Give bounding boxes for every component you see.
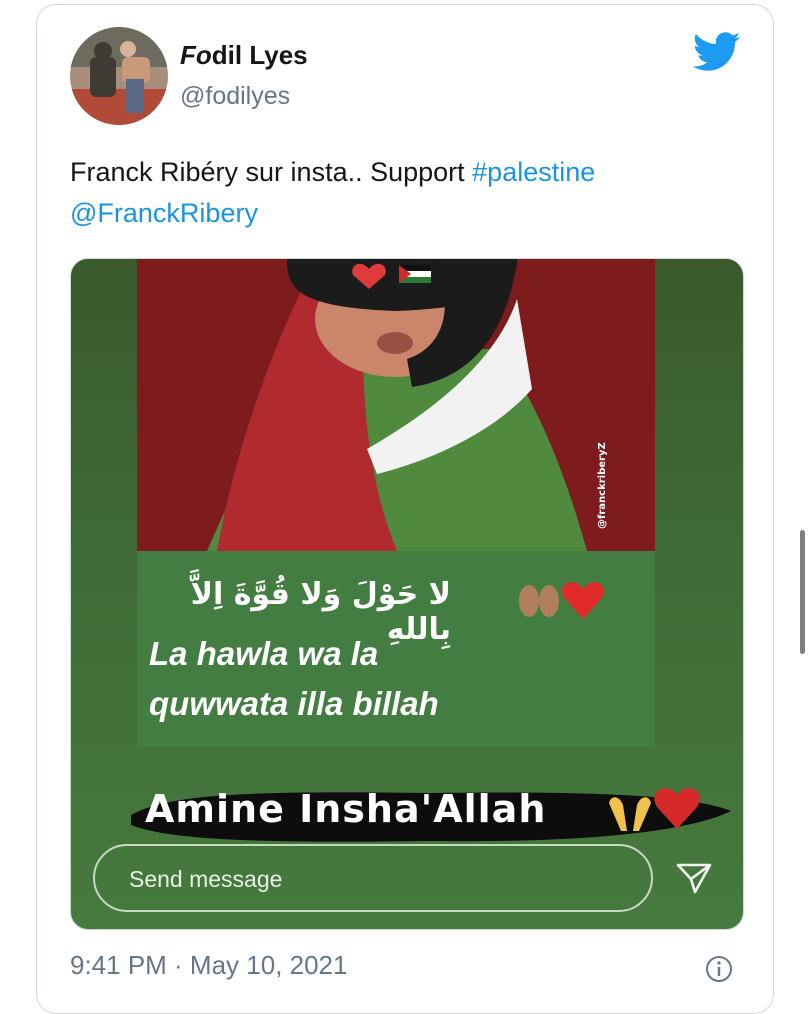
latin-caption-line-1: La hawla wa la — [149, 635, 379, 672]
send-message-input[interactable]: Send message — [93, 844, 653, 912]
author-name[interactable]: Fodil Lyes — [180, 40, 308, 71]
send-message-placeholder: Send message — [129, 866, 283, 892]
info-icon[interactable] — [705, 955, 733, 983]
tweet-media-image[interactable]: @franckriberyZ لا حَوْلَ وَلا قُوَّةَ اِ… — [70, 258, 744, 930]
tweet-text: Franck Ribéry sur insta.. Support #pales… — [70, 152, 750, 234]
artwork — [137, 259, 655, 551]
author-name-italic: Fo — [180, 40, 212, 70]
praying-hands-heart-icon — [609, 788, 700, 831]
mention-link[interactable]: @FranckRibery — [70, 198, 258, 228]
send-icon[interactable] — [675, 861, 713, 895]
avatar[interactable] — [70, 27, 168, 125]
latin-caption-line-2: quwwata illa billah — [149, 685, 439, 722]
amine-caption: Amine Insha'Allah — [145, 787, 547, 831]
latin-caption: La hawla wa la quwwata illa billah — [149, 629, 629, 729]
hashtag-link[interactable]: #palestine — [472, 157, 595, 187]
praying-hands-heart-icon — [519, 582, 604, 619]
author-handle[interactable]: @fodilyes — [180, 82, 290, 111]
scrollbar[interactable] — [800, 530, 805, 654]
tweet-timestamp[interactable]: 9:41 PM · May 10, 2021 — [70, 950, 347, 981]
media-watermark: @franckriberyZ — [597, 442, 608, 529]
tweet-text-plain: Franck Ribéry sur insta.. Support — [70, 157, 473, 187]
author-name-rest: dil Lyes — [211, 40, 308, 70]
twitter-bird-icon[interactable] — [693, 32, 741, 72]
